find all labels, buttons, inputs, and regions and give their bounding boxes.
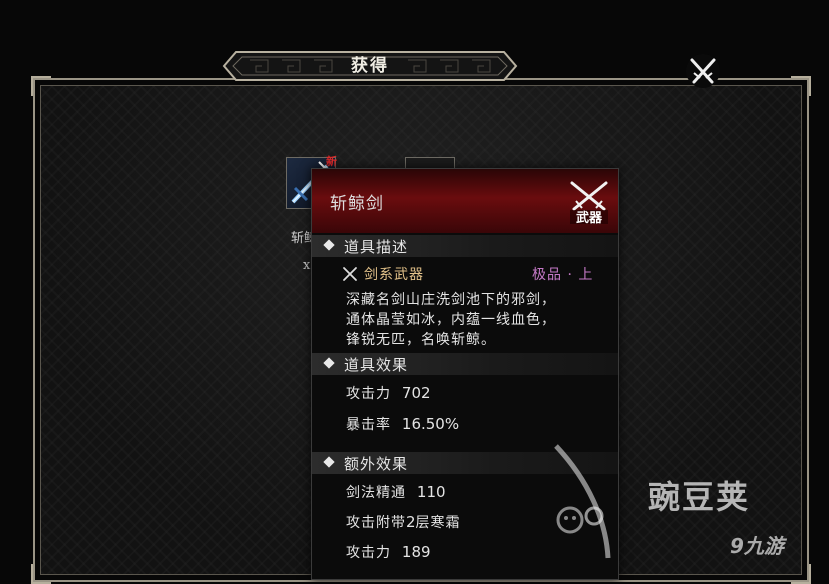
item-name: 斩鲸剑: [330, 194, 384, 214]
extra-name: 攻击力: [346, 545, 391, 561]
effect-value: 16.50%: [401, 415, 460, 433]
extra-value: 2: [406, 513, 416, 531]
item-tooltip: 斩鲸剑 武器 道具描述 剑系武器 极品 · 上 深藏名剑山庄洗剑池下的邪剑， 通…: [311, 168, 619, 580]
frame-corner: [791, 564, 811, 584]
diamond-bullet-icon: [323, 357, 335, 369]
extra-value: 189: [401, 543, 431, 561]
frame-corner: [31, 76, 51, 96]
effect-name: 暴击率: [346, 417, 391, 433]
dialog-title: 获得: [351, 56, 389, 76]
watermark-sub-prefix: 9: [730, 534, 744, 558]
tooltip-header: 斩鲸剑 武器: [312, 169, 618, 233]
watermark-sub-text: 九游: [743, 534, 784, 558]
description-line: 锋锐无匹，名唤斩鲸。: [346, 332, 496, 348]
diamond-bullet-icon: [323, 239, 335, 251]
description-line: 通体晶莹如冰，内蕴一线血色，: [346, 312, 556, 328]
effect-value: 702: [401, 384, 431, 402]
diamond-bullet-icon: [323, 456, 335, 468]
watermark-text: 豌豆荚: [648, 478, 751, 516]
extra-value: 110: [416, 483, 446, 501]
extra-row: 攻击力 189: [346, 542, 431, 562]
section-title: 道具效果: [344, 356, 409, 374]
description-line: 深藏名剑山庄洗剑池下的邪剑，: [346, 292, 556, 308]
weapon-badge-text: 武器: [576, 210, 603, 225]
crossed-swords-weapon-icon: 武器: [570, 181, 608, 225]
effect-row: 攻击力 702: [346, 383, 431, 403]
item-grade: 极品 · 上: [532, 267, 594, 283]
crossed-swords-small-icon: [343, 267, 357, 281]
extra-suffix: 层寒霜: [415, 515, 461, 531]
extra-row: 剑法精通 110: [346, 482, 446, 502]
weapon-type: 剑系武器: [364, 267, 424, 283]
section-title: 道具描述: [344, 238, 409, 256]
effect-row: 暴击率 16.50%: [346, 414, 459, 434]
crossed-swords-close-icon: [686, 54, 720, 88]
watermark-subtext: 9九游: [730, 530, 784, 559]
extra-name: 攻击附带: [346, 515, 406, 531]
section-title: 额外效果: [344, 455, 409, 473]
extra-section-header: 额外效果: [312, 452, 618, 474]
description-section-header: 道具描述: [312, 235, 618, 257]
close-button[interactable]: [684, 52, 722, 90]
extra-row: 攻击附带2层寒霜: [346, 512, 461, 532]
reward-item-count: x: [303, 258, 311, 273]
frame-corner: [31, 564, 51, 584]
effect-section-header: 道具效果: [312, 353, 618, 375]
dialog-title-plate: 获得: [222, 50, 518, 82]
extra-name: 剑法精通: [346, 485, 406, 501]
frame-corner: [791, 76, 811, 96]
effect-name: 攻击力: [346, 386, 391, 402]
new-badge: 新: [326, 155, 337, 168]
